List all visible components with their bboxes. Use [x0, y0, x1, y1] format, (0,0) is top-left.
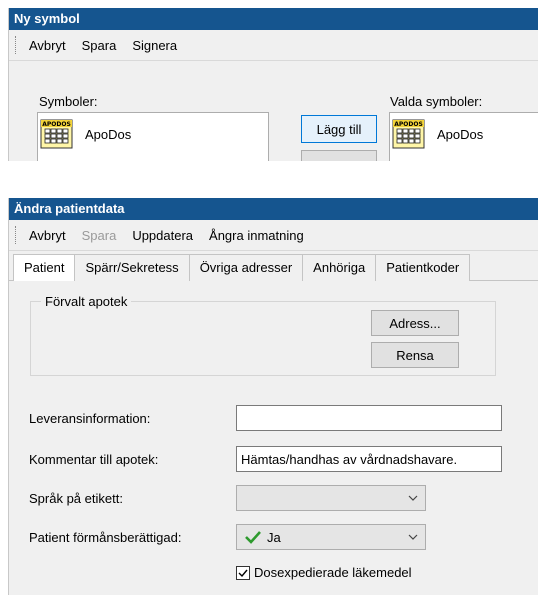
save-menu-item[interactable]: Spara [82, 38, 117, 53]
chevron-down-icon [408, 534, 418, 540]
selected-symbols-list[interactable]: APODOS ApoDos [389, 112, 538, 161]
pharmacy-comment-field[interactable]: Hämtas/handhas av vårdnadshavare. [236, 446, 502, 472]
tab-block-confidentiality[interactable]: Spärr/Sekretess [74, 254, 190, 281]
tab-patient[interactable]: Patient [13, 254, 76, 282]
undo-input-menu-item[interactable]: Ångra inmatning [209, 228, 304, 243]
svg-text:APODOS: APODOS [394, 121, 423, 128]
window-title: Ändra patientdata [9, 198, 538, 220]
tab-other-addresses[interactable]: Övriga adresser [188, 254, 304, 281]
toolbar-grip [15, 226, 19, 244]
check-icon [245, 530, 261, 544]
menubar: Avbryt Spara Uppdatera Ångra inmatning [9, 220, 538, 251]
update-menu-item[interactable]: Uppdatera [132, 228, 193, 243]
benefit-entitled-select[interactable]: Ja [236, 524, 426, 550]
chevron-down-icon [408, 495, 418, 501]
group-title: Förvalt apotek [41, 294, 132, 309]
save-menu-item: Spara [81, 227, 117, 243]
clear-button[interactable]: Rensa [371, 342, 459, 368]
list-item[interactable]: APODOS ApoDos [392, 119, 483, 149]
symbols-list[interactable]: APODOS ApoDos [37, 112, 269, 161]
new-symbol-window: Ny symbol Avbryt Spara Signera Symboler:… [8, 8, 538, 161]
toolbar-grip [15, 36, 19, 54]
cancel-menu-item[interactable]: Avbryt [29, 38, 66, 53]
benefit-entitled-value: Ja [267, 529, 281, 545]
list-item[interactable]: APODOS ApoDos [40, 119, 131, 149]
apodos-icon: APODOS [392, 119, 425, 149]
checkbox-box [236, 565, 250, 580]
checkmark-icon [238, 569, 248, 577]
dose-dispensed-checkbox[interactable]: Dosexpedierade läkemedel [236, 565, 412, 580]
svg-text:APODOS: APODOS [42, 121, 71, 128]
window-title: Ny symbol [9, 8, 538, 30]
pharmacy-comment-label: Kommentar till apotek: [29, 452, 159, 467]
selected-symbols-label: Valda symboler: [390, 94, 483, 109]
dose-dispensed-label: Dosexpedierade läkemedel [254, 565, 412, 580]
tab-strip: Patient Spärr/Sekretess Övriga adresser … [9, 254, 538, 282]
label-language-label: Språk på etikett: [29, 491, 123, 506]
menubar: Avbryt Spara Signera [9, 30, 538, 61]
benefit-entitled-label: Patient förmånsberättigad: [29, 530, 182, 545]
tab-patient-codes[interactable]: Patientkoder [375, 254, 471, 281]
edit-patient-data-window: Ändra patientdata Avbryt Spara Uppdatera… [8, 198, 538, 595]
list-item-label: ApoDos [85, 126, 132, 142]
delivery-info-field[interactable] [236, 405, 502, 431]
cancel-menu-item[interactable]: Avbryt [29, 228, 66, 243]
label-language-select[interactable] [236, 485, 426, 511]
delivery-info-label: Leveransinformation: [29, 411, 151, 426]
sign-menu-item[interactable]: Signera [132, 38, 177, 53]
tab-relatives[interactable]: Anhöriga [302, 254, 377, 281]
address-button[interactable]: Adress... [371, 310, 459, 336]
remove-button[interactable] [301, 150, 377, 161]
patient-tab-panel: Förvalt apotek Adress... Rensa Leveransi… [9, 281, 538, 595]
add-button[interactable]: Lägg till [301, 115, 377, 143]
symbols-label: Symboler: [39, 94, 98, 109]
default-pharmacy-group: Förvalt apotek Adress... Rensa [30, 294, 496, 376]
apodos-icon: APODOS [40, 119, 73, 149]
list-item-label: ApoDos [437, 126, 484, 142]
